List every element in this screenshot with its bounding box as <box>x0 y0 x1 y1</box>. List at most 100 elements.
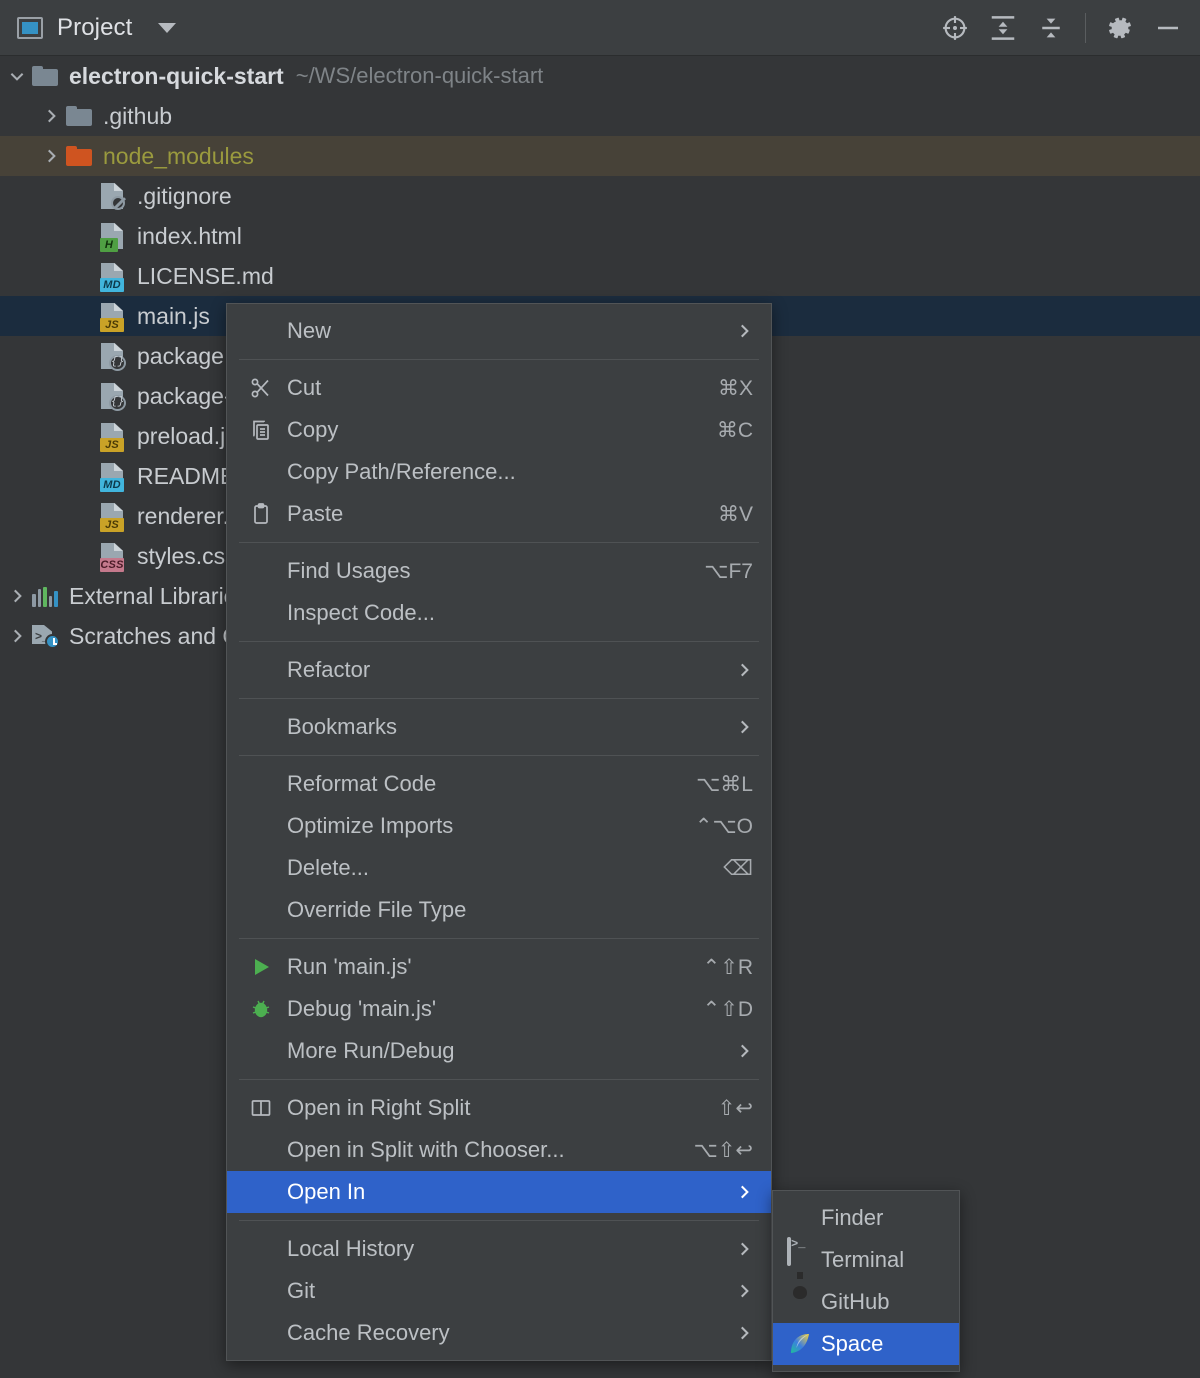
menu-item[interactable]: Cut⌘X <box>227 367 771 409</box>
clipboard-icon <box>249 493 287 535</box>
chevron-right-icon <box>735 718 753 736</box>
menu-item-icon-slot <box>249 310 287 352</box>
menu-item-label: Local History <box>287 1236 717 1262</box>
file-javascript-icon: JS <box>98 301 128 331</box>
chevron-right-icon[interactable] <box>38 107 64 125</box>
menu-item[interactable]: Copy⌘C <box>227 409 771 451</box>
project-title-group[interactable]: Project <box>0 14 176 42</box>
menu-item-label: Inspect Code... <box>287 600 753 626</box>
menu-item-icon-slot <box>249 550 287 592</box>
submenu-item[interactable]: Space <box>773 1323 959 1365</box>
menu-separator <box>239 359 759 360</box>
menu-item-icon-slot <box>249 451 287 493</box>
chevron-right-icon[interactable] <box>4 627 30 645</box>
menu-item[interactable]: Copy Path/Reference... <box>227 451 771 493</box>
menu-item[interactable]: Refactor <box>227 649 771 691</box>
tree-row[interactable]: MDLICENSE.md <box>0 256 1200 296</box>
chevron-right-icon[interactable] <box>38 147 64 165</box>
tree-node-label: .gitignore <box>137 183 232 210</box>
menu-separator <box>239 938 759 939</box>
menu-item[interactable]: New <box>227 310 771 352</box>
context-menu[interactable]: New Cut⌘XCopy⌘CCopy Path/Reference...Past… <box>226 303 772 1361</box>
folder-icon <box>30 61 60 91</box>
menu-item-shortcut: ⌘V <box>718 502 753 527</box>
copy-icon <box>249 409 287 451</box>
menu-item[interactable]: Paste⌘V <box>227 493 771 535</box>
folder-icon <box>64 101 94 131</box>
space-icon <box>787 1323 821 1365</box>
menu-separator <box>239 641 759 642</box>
menu-item-shortcut: ⌘C <box>717 418 753 443</box>
project-tool-window: Project <box>0 0 1200 1378</box>
menu-item[interactable]: More Run/Debug <box>227 1030 771 1072</box>
tree-row[interactable]: Hindex.html <box>0 216 1200 256</box>
chevron-down-icon[interactable] <box>4 67 30 85</box>
menu-item-shortcut: ⌃⌥O <box>695 814 753 839</box>
menu-item[interactable]: Find Usages⌥F7 <box>227 550 771 592</box>
menu-item-label: Find Usages <box>287 558 680 584</box>
menu-item[interactable]: Open in Right Split⇧↩ <box>227 1087 771 1129</box>
menu-item[interactable]: Debug 'main.js'⌃⇧D <box>227 988 771 1030</box>
menu-item-label: Reformat Code <box>287 771 672 797</box>
tree-node-label: .github <box>103 103 172 130</box>
chevron-down-icon[interactable] <box>158 23 176 33</box>
minimize-icon[interactable] <box>1146 6 1190 50</box>
file-javascript-icon: JS <box>98 421 128 451</box>
menu-item-label: Cache Recovery <box>287 1320 717 1346</box>
tree-row[interactable]: .github <box>0 96 1200 136</box>
menu-item-icon-slot <box>249 847 287 889</box>
file-markdown-icon: MD <box>98 461 128 491</box>
tool-window-actions <box>933 6 1200 50</box>
menu-separator <box>239 542 759 543</box>
tool-window-header: Project <box>0 0 1200 56</box>
file-javascript-icon: JS <box>98 501 128 531</box>
chevron-right-icon <box>735 1240 753 1258</box>
tree-row[interactable]: node_modules <box>0 136 1200 176</box>
menu-item[interactable]: Bookmarks <box>227 706 771 748</box>
menu-separator <box>239 755 759 756</box>
submenu-item[interactable]: GitHub <box>773 1281 959 1323</box>
scissors-icon <box>249 367 287 409</box>
tree-row[interactable]: .gitignore <box>0 176 1200 216</box>
menu-item-shortcut: ⌃⇧D <box>703 997 753 1022</box>
menu-item[interactable]: Delete...⌫ <box>227 847 771 889</box>
menu-item[interactable]: Reformat Code⌥⌘L <box>227 763 771 805</box>
locate-file-icon[interactable] <box>933 6 977 50</box>
menu-item-icon-slot <box>249 592 287 634</box>
menu-item-icon-slot <box>249 763 287 805</box>
menu-item[interactable]: Inspect Code... <box>227 592 771 634</box>
tree-node-path-hint: ~/WS/electron-quick-start <box>296 63 544 89</box>
menu-item[interactable]: Open in Split with Chooser...⌥⇧↩ <box>227 1129 771 1171</box>
menu-item-icon-slot <box>249 1312 287 1354</box>
chevron-right-icon[interactable] <box>4 587 30 605</box>
chevron-right-icon <box>735 1282 753 1300</box>
open-in-submenu[interactable]: FinderTerminalGitHubSpace <box>772 1190 960 1372</box>
menu-item[interactable]: Override File Type <box>227 889 771 931</box>
expand-all-icon[interactable] <box>981 6 1025 50</box>
menu-item-icon-slot <box>249 1270 287 1312</box>
menu-item-label: New <box>287 318 717 344</box>
menu-item[interactable]: Git <box>227 1270 771 1312</box>
menu-item-label: Optimize Imports <box>287 813 671 839</box>
file-ignored-icon <box>98 181 128 211</box>
chevron-right-icon <box>735 1324 753 1342</box>
submenu-item-label: Space <box>821 1331 941 1357</box>
tree-row[interactable]: electron-quick-start~/WS/electron-quick-… <box>0 56 1200 96</box>
menu-item[interactable]: Local History <box>227 1228 771 1270</box>
menu-separator <box>239 698 759 699</box>
gear-icon[interactable] <box>1098 6 1142 50</box>
submenu-item[interactable]: Finder <box>773 1197 959 1239</box>
file-json-icon: {} <box>98 341 128 371</box>
chevron-right-icon <box>735 1183 753 1201</box>
menu-item[interactable]: Run 'main.js'⌃⇧R <box>227 946 771 988</box>
tree-node-label: main.js <box>137 303 210 330</box>
menu-item-shortcut: ⌥⇧↩ <box>694 1138 753 1163</box>
menu-item[interactable]: Optimize Imports ⌃⌥O <box>227 805 771 847</box>
folder-excluded-icon <box>64 141 94 171</box>
menu-item-icon-slot <box>249 1030 287 1072</box>
menu-item[interactable]: Open In <box>227 1171 771 1213</box>
debug-icon <box>249 988 287 1030</box>
submenu-item-label: GitHub <box>821 1289 941 1315</box>
collapse-all-icon[interactable] <box>1029 6 1073 50</box>
menu-item[interactable]: Cache Recovery <box>227 1312 771 1354</box>
